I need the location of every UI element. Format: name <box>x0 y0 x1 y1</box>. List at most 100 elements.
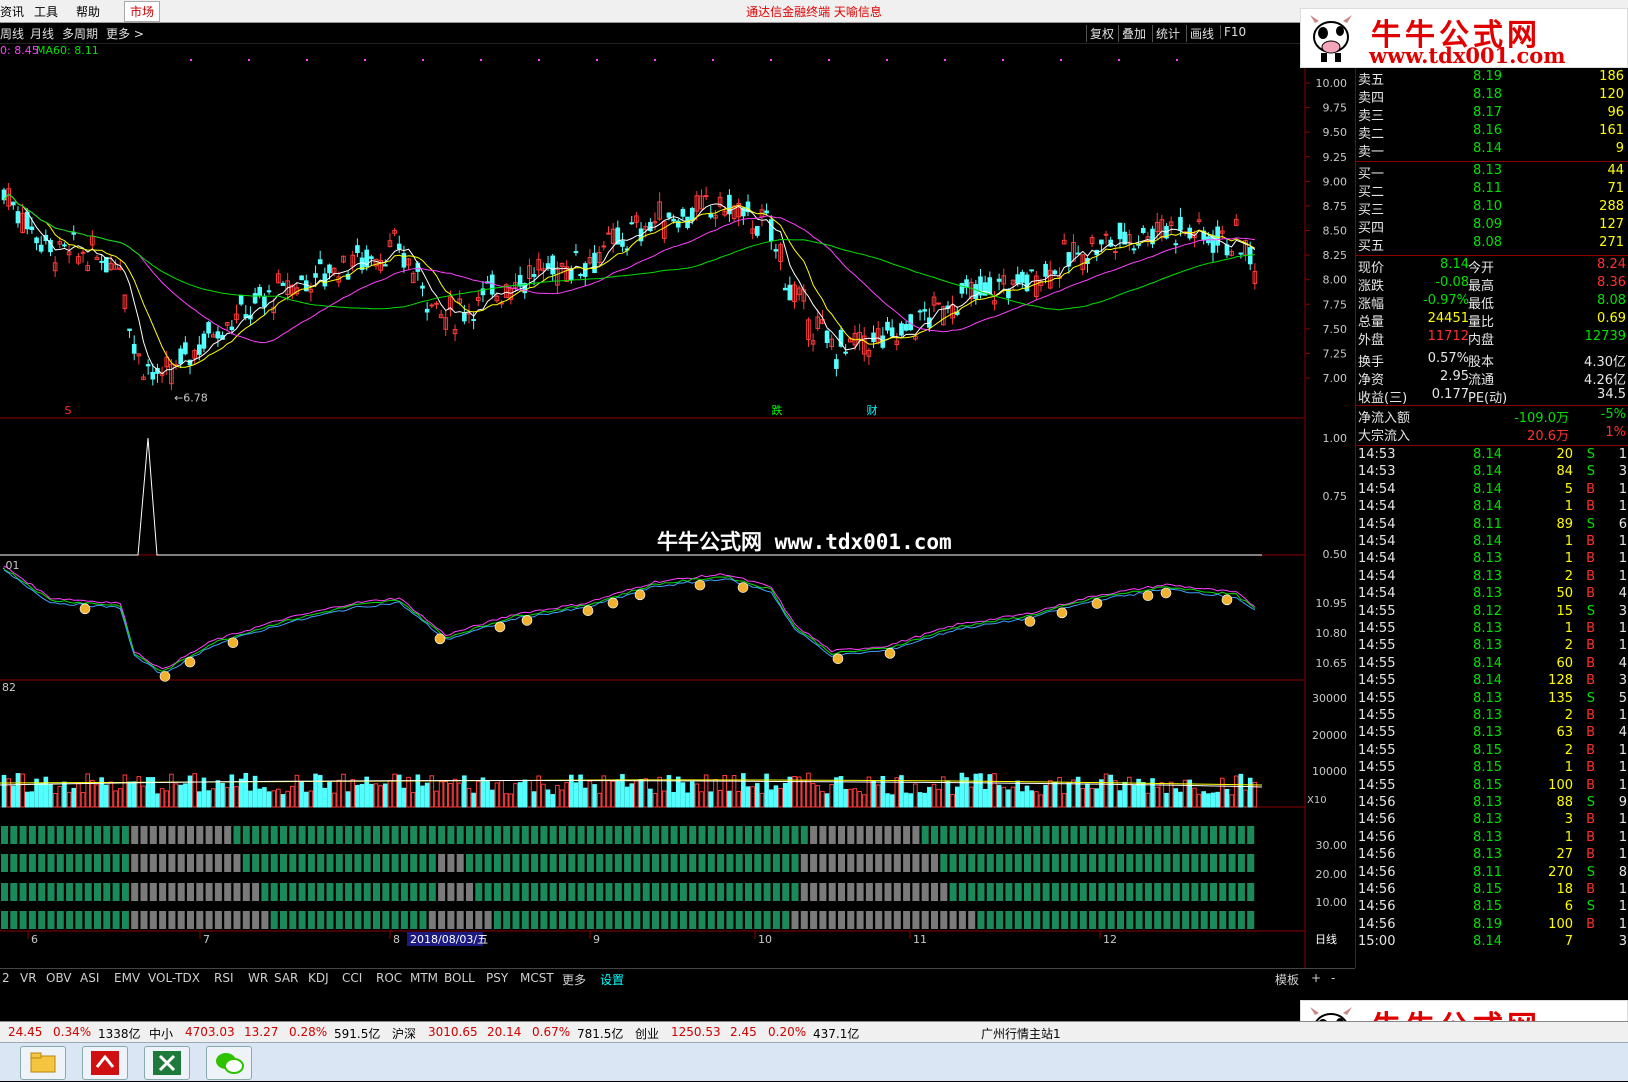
menu-help[interactable]: 帮助 <box>76 3 100 20</box>
candle-body[interactable] <box>369 256 374 260</box>
candle-body[interactable] <box>973 284 979 299</box>
candle-body[interactable] <box>899 323 904 336</box>
candle-body[interactable] <box>1224 244 1230 256</box>
candle-body[interactable] <box>787 284 793 301</box>
candle-body[interactable] <box>936 302 941 305</box>
btn-overlay[interactable]: 叠加 <box>1118 25 1149 42</box>
btn-rights-adjust[interactable]: 复权 <box>1086 25 1117 42</box>
candle-body[interactable] <box>606 232 611 235</box>
candle-body[interactable] <box>215 331 221 339</box>
btn-weekly[interactable]: 周线 <box>0 25 24 42</box>
indicator-tab-asi[interactable]: ASI <box>80 971 99 985</box>
indicator-tab-wr[interactable]: WR <box>248 971 268 985</box>
candle-body[interactable] <box>229 326 235 331</box>
candle-body[interactable] <box>1099 239 1104 245</box>
candle-body[interactable] <box>1140 227 1146 234</box>
candle-body[interactable] <box>299 275 304 281</box>
candle-body[interactable] <box>104 257 109 273</box>
candle-body[interactable] <box>648 222 653 232</box>
indicator-tab-vr[interactable]: VR <box>20 971 37 985</box>
indicator-tab-设置[interactable]: 设置 <box>600 971 624 988</box>
candle-body[interactable] <box>150 371 156 380</box>
candle-body[interactable] <box>178 348 183 365</box>
indicator-tab-更多[interactable]: 更多 <box>562 971 586 988</box>
candle-body[interactable] <box>671 218 676 222</box>
indicator-tab-cci[interactable]: CCI <box>342 971 362 985</box>
candle-body[interactable] <box>824 330 830 343</box>
candle-body[interactable] <box>1238 252 1244 255</box>
menu-market[interactable]: 市场 <box>124 1 161 22</box>
indicator-tab-emv[interactable]: EMV <box>114 971 140 985</box>
wechat-icon[interactable] <box>206 1046 252 1080</box>
candle-body[interactable] <box>471 318 476 321</box>
candle-body[interactable] <box>257 286 263 296</box>
excel-icon[interactable] <box>144 1046 190 1080</box>
candle-body[interactable] <box>266 290 272 293</box>
indicator-tab-kdj[interactable]: KDJ <box>308 971 329 985</box>
candle-body[interactable] <box>1043 263 1048 277</box>
candle-body[interactable] <box>183 342 188 355</box>
kline-chart[interactable]: 10.00 9.75 9.50 9.25 9.00 8.75 8.50 8.25 8.00 7.7… <box>0 43 1355 968</box>
indicator-tab-boll[interactable]: BOLL <box>444 971 475 985</box>
btn-monthly[interactable]: 月线 <box>30 25 54 42</box>
candle-body[interactable] <box>280 282 286 286</box>
candle-body[interactable] <box>680 208 686 217</box>
btn-f10[interactable]: F10 <box>1220 25 1249 39</box>
candle-body[interactable] <box>592 252 597 273</box>
candle-body[interactable] <box>313 273 318 278</box>
candle-body[interactable] <box>964 279 969 288</box>
candle-body[interactable] <box>317 259 323 265</box>
indicator-tab-sar[interactable]: SAR <box>274 971 298 985</box>
candle-body[interactable] <box>1247 247 1253 265</box>
candle-body[interactable] <box>1215 226 1220 246</box>
candle-body[interactable] <box>71 232 77 235</box>
candle-body[interactable] <box>1020 271 1025 283</box>
candle-body[interactable] <box>29 226 35 230</box>
candle-body[interactable] <box>197 344 202 355</box>
candle-body[interactable] <box>1052 270 1058 275</box>
candle-body[interactable] <box>238 295 244 305</box>
indicator-tab-rsi[interactable]: RSI <box>214 971 234 985</box>
btn-draw[interactable]: 画线 <box>1186 25 1217 42</box>
candle-body[interactable] <box>573 251 579 254</box>
panel-tab-1[interactable]: + <box>1311 971 1321 985</box>
candle-body[interactable] <box>917 310 923 313</box>
candle-body[interactable] <box>834 359 839 369</box>
candle-body[interactable] <box>462 312 467 322</box>
candle-body[interactable] <box>1117 222 1123 240</box>
candle-body[interactable] <box>424 308 430 313</box>
candle-body[interactable] <box>401 253 407 268</box>
candle-body[interactable] <box>252 293 258 304</box>
indicator-tab-mcst[interactable]: MCST <box>520 971 554 985</box>
candle-body[interactable] <box>768 219 774 242</box>
indicator-tab-obv[interactable]: OBV <box>46 971 72 985</box>
candle-body[interactable] <box>1178 216 1183 231</box>
candle-body[interactable] <box>62 244 67 247</box>
btn-multi-period[interactable]: 多周期 <box>62 25 98 42</box>
btn-more[interactable]: 更多 > <box>106 25 144 42</box>
candle-body[interactable] <box>689 207 695 221</box>
candle-body[interactable] <box>34 237 39 244</box>
candle-body[interactable] <box>922 309 928 312</box>
candle-body[interactable] <box>355 245 360 253</box>
candle-body[interactable] <box>1131 248 1137 251</box>
indicator-tab-psy[interactable]: PSY <box>486 971 508 985</box>
candle-body[interactable] <box>578 274 583 277</box>
candle-body[interactable] <box>15 211 21 224</box>
folder-icon[interactable] <box>20 1046 66 1080</box>
candle-body[interactable] <box>708 213 714 218</box>
menu-info[interactable]: 资讯 <box>0 3 24 20</box>
candle-body[interactable] <box>550 255 556 275</box>
candle-body[interactable] <box>903 323 909 331</box>
candle-body[interactable] <box>843 351 848 354</box>
candle-body[interactable] <box>996 278 1002 282</box>
candle-body[interactable] <box>1173 243 1179 246</box>
candle-body[interactable] <box>601 245 607 248</box>
indicator-tab-mtm[interactable]: MTM <box>410 971 438 985</box>
candle-body[interactable] <box>327 264 332 274</box>
candle-body[interactable] <box>434 302 439 305</box>
candle-body[interactable] <box>11 201 16 206</box>
menu-tools[interactable]: 工具 <box>34 3 58 20</box>
candle-body[interactable] <box>531 274 537 277</box>
candle-body[interactable] <box>959 283 965 294</box>
